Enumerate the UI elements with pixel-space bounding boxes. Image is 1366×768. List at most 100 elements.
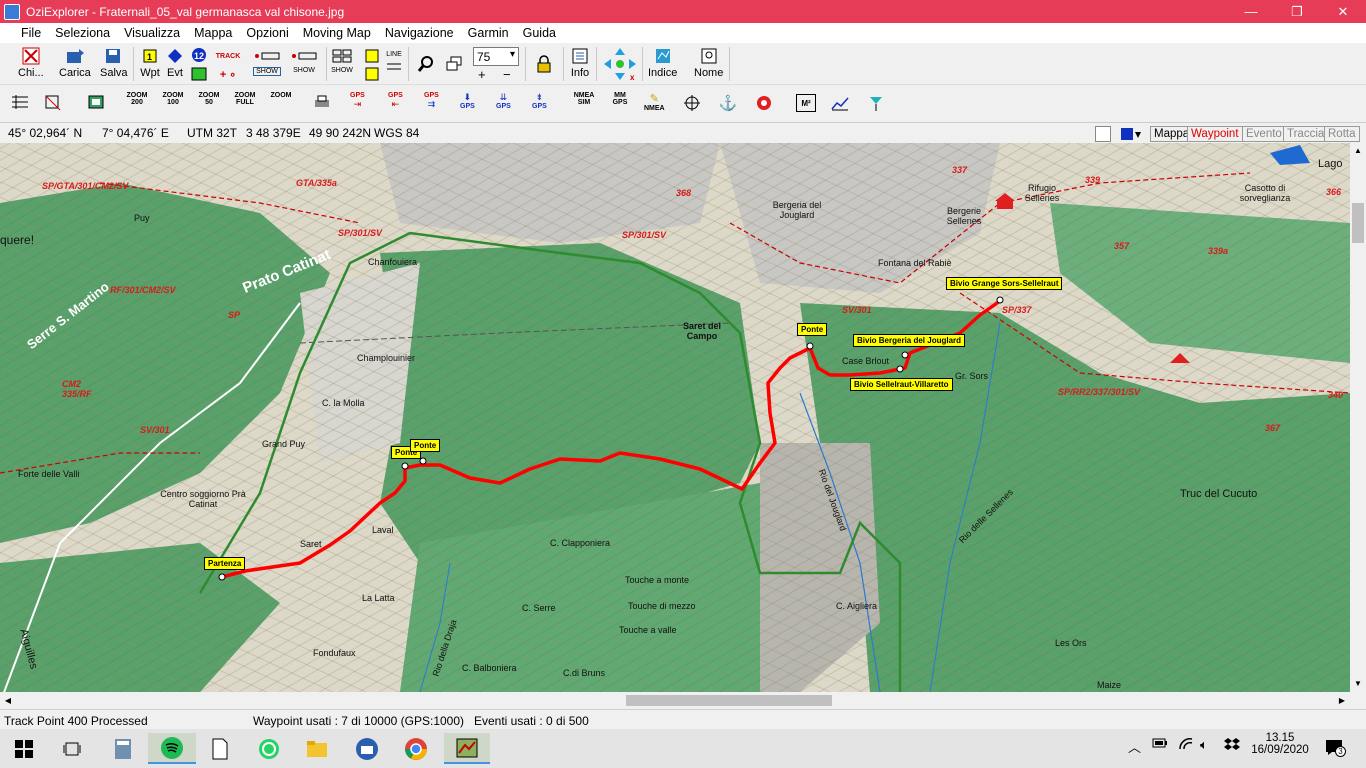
notification-center-button[interactable]: 3 — [1324, 738, 1346, 758]
zoom-out-button[interactable]: − — [503, 67, 511, 82]
topo-map-view[interactable]: Partenza Ponte Ponte Ponte Bivio Bergeri… — [0, 143, 1350, 692]
area-button[interactable]: M² — [796, 94, 816, 112]
minimize-button[interactable]: — — [1228, 0, 1274, 23]
horizontal-scroll-thumb[interactable] — [626, 695, 832, 706]
gps-route-button[interactable]: GPS ⇉ — [424, 92, 439, 110]
menu-moving-map[interactable]: Moving Map — [296, 26, 378, 40]
horizontal-scrollbar[interactable]: ◀ ▶ — [0, 692, 1366, 709]
scroll-up-icon[interactable]: ▲ — [1350, 143, 1366, 159]
spotify-app[interactable] — [148, 733, 196, 764]
waypoint-number-button[interactable]: 12 — [189, 47, 209, 83]
menu-opzioni[interactable]: Opzioni — [239, 26, 295, 40]
name-show-button[interactable]: SHOW — [330, 47, 354, 74]
scroll-down-icon[interactable]: ▼ — [1350, 676, 1366, 692]
tray-chevron-icon[interactable]: ︿ — [1128, 737, 1141, 756]
menu-mappa[interactable]: Mappa — [187, 26, 239, 40]
whatsapp-app[interactable] — [249, 733, 289, 764]
scroll-right-icon[interactable]: ▶ — [1334, 692, 1350, 709]
gps-download-button[interactable]: GPS ⇤ — [388, 92, 403, 110]
anchor-button[interactable]: ⚓ — [718, 94, 738, 112]
vertical-scrollbar[interactable]: ▲ ▼ — [1350, 143, 1366, 692]
zoom-100-button[interactable]: ZOOM 100 — [160, 92, 186, 106]
grid-tool-button[interactable] — [10, 93, 30, 111]
save-map-icon[interactable] — [1119, 126, 1143, 142]
clock[interactable]: 13.15 16/09/2020 — [1250, 732, 1310, 756]
waypoint-button[interactable]: 1 Wpt — [140, 47, 160, 79]
thunderbird-app[interactable] — [347, 733, 387, 764]
menu-seleziona[interactable]: Seleziona — [48, 26, 117, 40]
volume-icon[interactable]: 🔈︎ — [1200, 737, 1208, 753]
print-button[interactable] — [312, 93, 332, 111]
track-button[interactable]: TRACK + ∘ — [214, 47, 242, 83]
waypoint-label-ponte-3[interactable]: Ponte — [797, 323, 828, 336]
lifebuoy-button[interactable] — [754, 94, 774, 112]
track-show-button[interactable]: SHOW — [252, 47, 282, 76]
close-map-button[interactable]: Chi... — [18, 47, 44, 79]
gps-track-button[interactable]: ⇊ GPS — [496, 92, 511, 110]
index-button[interactable]: Indice — [648, 47, 677, 79]
zoom-50-button[interactable]: ZOOM 50 — [196, 92, 222, 106]
zoom-full-button[interactable]: ZOOM FULL — [232, 92, 258, 106]
oziexplorer-app[interactable] — [444, 733, 490, 764]
chrome-app[interactable] — [396, 733, 436, 764]
load-button[interactable]: Carica — [59, 47, 91, 79]
map-tool-button[interactable] — [43, 93, 63, 111]
map-label: Champlouinier — [357, 353, 416, 363]
line-button[interactable] — [362, 47, 382, 83]
gps-upload-button[interactable]: GPS ⇥ — [350, 92, 365, 110]
waypoint-label-bivio-grange[interactable]: Bivio Grange Sors-Sellelraut — [946, 277, 1063, 290]
wifi-icon[interactable] — [1178, 737, 1194, 754]
name-search-button[interactable]: Nome — [694, 47, 723, 79]
antenna-button[interactable] — [866, 94, 886, 112]
waypoint-label-partenza[interactable]: Partenza — [204, 557, 246, 570]
lock-button[interactable] — [534, 55, 554, 73]
menu-visualizza[interactable]: Visualizza — [117, 26, 187, 40]
zoom-select[interactable]: 75 ▾ — [473, 47, 519, 66]
zoom-in-button[interactable]: + — [478, 67, 486, 82]
start-button[interactable] — [4, 733, 44, 764]
pan-arrows-button[interactable]: x — [602, 46, 638, 82]
close-window-button[interactable]: ✕ — [1320, 0, 1366, 23]
map-label: Chanfouiera — [368, 257, 418, 267]
map-list-button[interactable] — [86, 93, 106, 111]
mm-gps-button[interactable]: MM GPS — [608, 92, 632, 106]
map-label: Lago — [1318, 158, 1343, 170]
separator — [326, 47, 327, 81]
waypoint-label-ponte-2[interactable]: Ponte — [410, 439, 441, 452]
event-button[interactable]: Evt — [165, 47, 185, 79]
menu-navigazione[interactable]: Navigazione — [378, 26, 461, 40]
save-button[interactable]: Salva — [100, 47, 128, 79]
file-explorer-app[interactable] — [297, 733, 337, 764]
map-window-button[interactable] — [444, 55, 464, 73]
profile-button[interactable] — [830, 94, 850, 112]
waypoint-label-bivio-bergeria[interactable]: Bivio Bergeria del Jouglard — [853, 334, 966, 347]
menu-file[interactable]: File — [14, 26, 48, 40]
restore-button[interactable]: ❐ — [1274, 0, 1320, 23]
notepad-app[interactable] — [200, 733, 240, 764]
nmea-sim-button[interactable]: NMEA SIM — [572, 92, 596, 106]
zoom-button[interactable]: ZOOM — [268, 92, 294, 99]
scroll-left-icon[interactable]: ◀ — [0, 692, 16, 709]
task-view-button[interactable] — [52, 733, 92, 764]
menu-garmin[interactable]: Garmin — [461, 26, 516, 40]
mode-evento-button[interactable]: Evento — [1242, 126, 1286, 142]
info-button[interactable]: Info — [570, 47, 590, 79]
calculator-app[interactable] — [103, 733, 143, 764]
dropbox-icon[interactable] — [1224, 737, 1240, 754]
nmea-button[interactable]: ✎ NMEA — [644, 92, 665, 112]
route-show-button[interactable]: SHOW — [289, 47, 319, 74]
map-thumbnail-icon[interactable] — [1095, 126, 1111, 142]
crosshair-button[interactable] — [682, 94, 702, 112]
line-show-button[interactable]: LINE — [384, 47, 404, 76]
zoom-200-button[interactable]: ZOOM 200 — [124, 92, 150, 106]
menu-guida[interactable]: Guida — [516, 26, 563, 40]
mode-rotta-button[interactable]: Rotta — [1324, 126, 1360, 142]
mode-traccia-button[interactable]: Traccia — [1283, 126, 1329, 142]
vertical-scroll-thumb[interactable] — [1352, 203, 1364, 243]
battery-icon[interactable] — [1152, 737, 1168, 752]
waypoint-label-bivio-sellelraut[interactable]: Bivio Sellelraut-Villaretto — [850, 378, 953, 391]
mode-waypoint-button[interactable]: Waypoint — [1187, 126, 1243, 142]
gps-wpt-button[interactable]: ⬇ GPS — [460, 92, 475, 110]
magnifier-button[interactable] — [416, 55, 436, 73]
gps-event-button[interactable]: ⇟ GPS — [532, 92, 547, 110]
